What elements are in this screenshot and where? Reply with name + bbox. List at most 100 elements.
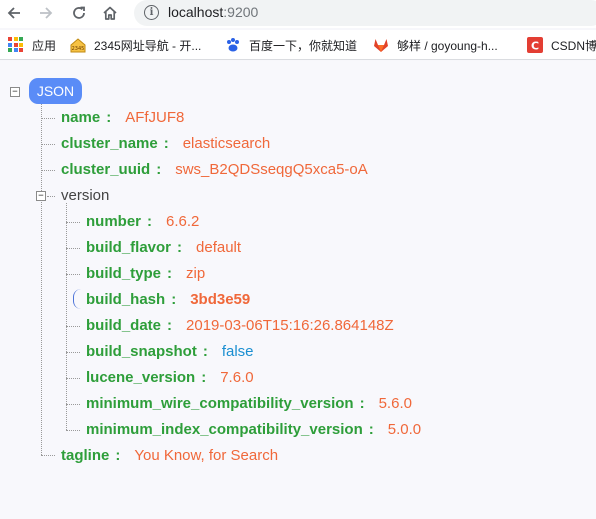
tree-line (47, 196, 55, 197)
json-value[interactable]: AFfJUF8 (125, 109, 184, 126)
json-key: minimum_index_compatibility_version (86, 421, 363, 438)
tree-line-version (66, 203, 67, 430)
tree-line (41, 144, 55, 145)
site-info-icon[interactable]: i (144, 5, 159, 20)
json-value[interactable]: 3bd3e59 (190, 291, 250, 308)
json-separator: : (368, 421, 374, 438)
json-separator: : (156, 161, 162, 178)
hover-bracket-indicator (73, 289, 81, 309)
json-value[interactable]: false (222, 343, 254, 360)
bookmark-csdn[interactable]: C CSDN博 (527, 36, 596, 54)
bookmark-label: 应用 (32, 38, 57, 53)
json-key: number (86, 213, 142, 230)
tree-line (66, 274, 80, 275)
json-key: minimum_wire_compatibility_version (86, 395, 354, 412)
bookmark-apps[interactable]: 应用 (8, 36, 56, 54)
json-row-build-date: build_date:2019-03-06T15:16:26.864148Z (86, 317, 394, 335)
json-row-build-type: build_type: zip (86, 265, 205, 283)
json-root-badge[interactable]: JSON (29, 78, 82, 104)
tree-line (66, 404, 80, 405)
bookmark-label: CSDN博 (551, 38, 596, 53)
json-key: build_date (86, 317, 162, 334)
tree-line (66, 222, 80, 223)
bookmarks-bar: 应用 2345 2345网址导航 - 开... 百度一下，你就知道 够样 / g… (0, 30, 596, 60)
collapse-root-toggle[interactable]: − (10, 87, 20, 97)
url-text: localhost:9200 (168, 4, 258, 20)
json-separator: : (202, 343, 208, 360)
json-row-cluster-uuid: cluster_uuid: sws_B2QDSseqgQ5xca5-oA (61, 161, 368, 179)
json-row-minimum-wire-compatibility-version: minimum_wire_compatibility_version:5.6.0 (86, 395, 412, 413)
json-key: build_hash (86, 291, 166, 308)
json-key: build_type (86, 265, 162, 282)
json-value[interactable]: 2019-03-06T15:16:26.864148Z (186, 317, 394, 334)
tree-line (66, 378, 80, 379)
json-key: build_snapshot (86, 343, 197, 360)
baidu-paw-icon (225, 37, 241, 53)
json-value[interactable]: 7.6.0 (220, 369, 253, 386)
json-row-version[interactable]: version (61, 187, 109, 205)
back-arrow-icon[interactable] (2, 2, 26, 24)
json-value[interactable]: You Know, for Search (134, 447, 278, 464)
tree-line (41, 455, 55, 456)
apps-grid-icon (8, 37, 24, 53)
json-row-number: number:6.6.2 (86, 213, 199, 231)
forward-arrow-icon[interactable] (34, 2, 58, 24)
gitlab-fox-icon (373, 37, 389, 53)
url-host: localhost (168, 4, 224, 20)
json-key: cluster_name (61, 135, 158, 152)
json-value[interactable]: default (196, 239, 241, 256)
json-value[interactable]: sws_B2QDSseqgQ5xca5-oA (175, 161, 368, 178)
json-separator: : (167, 265, 173, 282)
json-row-name: name: AFfJUF8 (61, 109, 184, 127)
json-value[interactable]: elasticsearch (183, 135, 271, 152)
json-separator: : (106, 109, 112, 126)
bookmark-gitlab[interactable]: 够样 / goyoung-h... (373, 36, 498, 54)
json-separator: : (167, 317, 173, 334)
tree-line-root (41, 101, 42, 455)
json-value[interactable]: 6.6.2 (166, 213, 199, 230)
json-key: tagline (61, 447, 110, 464)
json-key: cluster_uuid (61, 161, 151, 178)
json-row-build-flavor: build_flavor: default (86, 239, 241, 257)
json-viewer: − JSON name: AFfJUF8 cluster_name: elastic… (0, 61, 596, 519)
svg-text:C: C (531, 40, 539, 53)
json-row-minimum-index-compatibility-version: minimum_index_compatibility_version:5.0.… (86, 421, 421, 439)
json-row-build-snapshot: build_snapshot: false (86, 343, 254, 361)
tree-line (66, 352, 80, 353)
json-separator: : (359, 395, 365, 412)
bookmark-label: 够样 / goyoung-h... (397, 38, 498, 53)
json-key: lucene_version (86, 369, 196, 386)
json-value[interactable]: 5.0.0 (388, 421, 421, 438)
bookmark-label: 2345网址导航 - 开... (94, 38, 202, 53)
bookmark-label: 百度一下，你就知道 (249, 38, 358, 53)
tree-line (66, 326, 80, 327)
json-key: name (61, 109, 101, 126)
2345-home-icon: 2345 (70, 37, 86, 53)
json-value[interactable]: 5.6.0 (379, 395, 412, 412)
bookmark-baidu[interactable]: 百度一下，你就知道 (225, 36, 357, 54)
address-bar[interactable]: i localhost:9200 (134, 0, 596, 26)
tree-line (66, 248, 80, 249)
json-row-tagline: tagline: You Know, for Search (61, 447, 278, 465)
reload-icon[interactable] (67, 2, 91, 24)
bookmark-2345[interactable]: 2345 2345网址导航 - 开... (70, 36, 201, 54)
json-row-lucene-version: lucene_version:7.6.0 (86, 369, 254, 387)
csdn-icon: C (527, 37, 543, 53)
json-key: build_flavor (86, 239, 172, 256)
json-separator: : (201, 369, 207, 386)
json-separator: : (171, 291, 177, 308)
json-separator: : (115, 447, 121, 464)
svg-text:2345: 2345 (72, 46, 85, 52)
tree-line (41, 170, 55, 171)
home-icon[interactable] (98, 2, 122, 24)
url-port: :9200 (223, 4, 259, 20)
collapse-version-toggle[interactable]: − (36, 191, 46, 201)
json-separator: : (147, 213, 153, 230)
json-separator: : (163, 135, 169, 152)
json-row-build-hash: build_hash:3bd3e59 (86, 291, 250, 309)
json-row-cluster-name: cluster_name: elasticsearch (61, 135, 270, 153)
json-value[interactable]: zip (186, 265, 205, 282)
json-separator: : (177, 239, 183, 256)
browser-toolbar: i localhost:9200 (0, 0, 596, 28)
json-object-key: version (61, 187, 110, 204)
